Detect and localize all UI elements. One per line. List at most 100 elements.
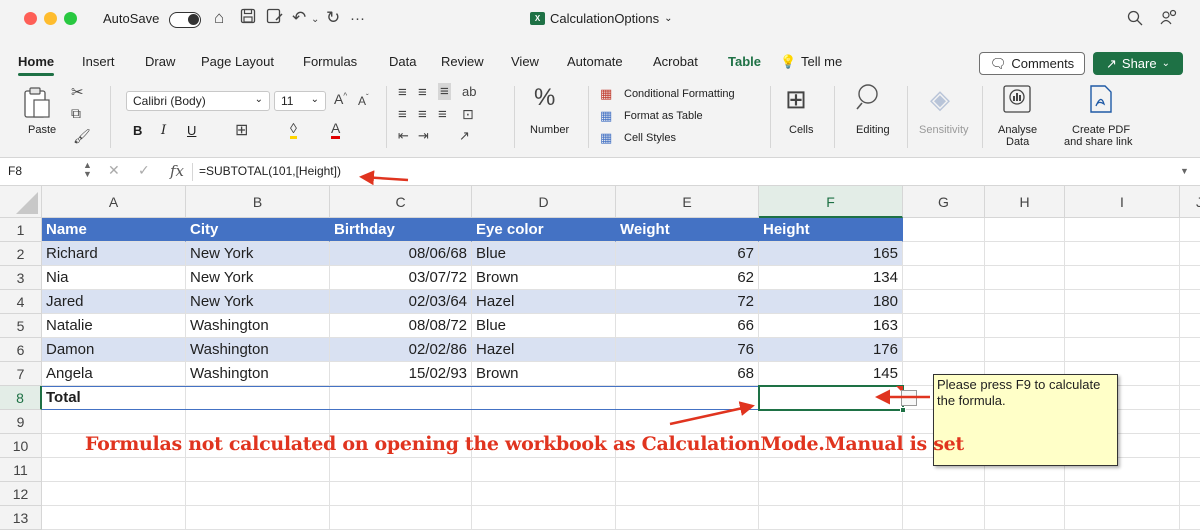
empty-cell[interactable] — [472, 410, 616, 434]
empty-cell[interactable] — [1065, 482, 1180, 506]
empty-cell[interactable] — [903, 338, 985, 362]
maximize-window-button[interactable] — [64, 12, 77, 25]
formula-input[interactable]: =SUBTOTAL(101,[Height]) — [199, 164, 341, 178]
paste-icon[interactable] — [22, 86, 52, 123]
empty-cell[interactable] — [42, 410, 186, 434]
table-cell[interactable]: New York — [186, 266, 330, 290]
table-cell[interactable]: 180 — [759, 290, 903, 314]
table-cell[interactable]: 08/08/72 — [330, 314, 472, 338]
empty-cell[interactable] — [1065, 218, 1180, 242]
document-title[interactable]: X CalculationOptions ⌄ — [530, 11, 673, 26]
empty-cell[interactable] — [186, 506, 330, 530]
table-cell[interactable]: Angela — [42, 362, 186, 386]
more-icon[interactable]: ··· — [350, 10, 365, 27]
table-cell[interactable]: Blue — [472, 242, 616, 266]
fill-color-icon[interactable]: ◊ — [290, 120, 297, 139]
empty-cell[interactable] — [472, 506, 616, 530]
empty-cell[interactable] — [1065, 338, 1180, 362]
empty-cell[interactable] — [1180, 410, 1200, 434]
empty-cell[interactable] — [985, 290, 1065, 314]
row-header-10[interactable]: 10 — [0, 434, 42, 458]
redo-icon[interactable]: ↻ — [326, 8, 340, 28]
empty-cell[interactable] — [186, 410, 330, 434]
row-header-8[interactable]: 8 — [0, 386, 42, 410]
save-as-icon[interactable] — [266, 8, 284, 29]
column-header-i[interactable]: I — [1065, 186, 1180, 218]
orientation-icon[interactable]: ↗ — [459, 128, 470, 144]
column-header-h[interactable]: H — [985, 186, 1065, 218]
table-cell[interactable]: 67 — [616, 242, 759, 266]
table-header-eye-color[interactable]: Eye color — [472, 218, 616, 242]
column-header-e[interactable]: E — [616, 186, 759, 218]
table-cell[interactable]: 08/06/68 — [330, 242, 472, 266]
align-bottom-icon[interactable]: ≡ — [438, 83, 451, 100]
empty-cell[interactable] — [903, 482, 985, 506]
worksheet-grid[interactable]: A B C D E F G H I J 1 2 3 4 5 6 7 8 9 10 11 12 13 Name City Birth… — [0, 186, 1200, 530]
format-painter-icon[interactable]: 🖌 — [73, 128, 91, 145]
table-header-city[interactable]: City — [186, 218, 330, 242]
table-cell[interactable]: Washington — [186, 314, 330, 338]
table-cell[interactable]: New York — [186, 242, 330, 266]
empty-cell[interactable] — [186, 458, 330, 482]
empty-cell[interactable] — [903, 290, 985, 314]
total-row-cell[interactable] — [186, 386, 330, 410]
decrease-font-icon[interactable]: Aˇ — [358, 93, 369, 108]
align-middle-icon[interactable]: ≡ — [418, 84, 427, 101]
table-header-birthday[interactable]: Birthday — [330, 218, 472, 242]
empty-cell[interactable] — [616, 506, 759, 530]
empty-cell[interactable] — [985, 266, 1065, 290]
total-row-cell[interactable] — [616, 386, 759, 410]
enter-check-icon[interactable]: ✓ — [138, 162, 150, 179]
bold-button[interactable]: B — [133, 123, 142, 138]
table-header-name[interactable]: Name — [42, 218, 186, 242]
table-cell[interactable]: New York — [186, 290, 330, 314]
column-header-b[interactable]: B — [186, 186, 330, 218]
row-header-3[interactable]: 3 — [0, 266, 42, 290]
total-row-cell[interactable] — [472, 386, 616, 410]
empty-cell[interactable] — [1180, 458, 1200, 482]
empty-cell[interactable] — [1180, 506, 1200, 530]
column-header-f[interactable]: F — [759, 186, 903, 218]
empty-cell[interactable] — [759, 458, 903, 482]
cancel-icon[interactable]: ✕ — [108, 162, 120, 179]
cell-styles-button[interactable]: Cell Styles — [624, 132, 676, 144]
table-cell[interactable]: 02/03/64 — [330, 290, 472, 314]
undo-icon[interactable]: ↶ — [292, 8, 306, 28]
increase-indent-icon[interactable]: ⇥ — [418, 128, 429, 144]
table-cell[interactable]: 66 — [616, 314, 759, 338]
empty-cell[interactable] — [1180, 362, 1200, 386]
row-header-12[interactable]: 12 — [0, 482, 42, 506]
format-as-table-button[interactable]: Format as Table — [624, 110, 703, 122]
empty-cell[interactable] — [903, 266, 985, 290]
row-header-7[interactable]: 7 — [0, 362, 42, 386]
table-cell[interactable]: Washington — [186, 338, 330, 362]
cut-icon[interactable]: ✂ — [71, 83, 84, 101]
tab-view[interactable]: View — [511, 54, 539, 69]
total-row-cell[interactable] — [330, 386, 472, 410]
increase-font-icon[interactable]: A^ — [334, 91, 347, 107]
tab-table[interactable]: Table — [728, 54, 761, 69]
font-name-select[interactable]: Calibri (Body) ⌄ — [126, 91, 270, 111]
table-cell[interactable]: 72 — [616, 290, 759, 314]
table-cell[interactable]: 68 — [616, 362, 759, 386]
selected-cell-f8[interactable] — [758, 385, 904, 411]
autosave-toggle[interactable] — [169, 12, 201, 28]
column-header-c[interactable]: C — [330, 186, 472, 218]
row-header-1[interactable]: 1 — [0, 218, 42, 242]
table-cell[interactable]: Brown — [472, 362, 616, 386]
empty-cell[interactable] — [759, 482, 903, 506]
table-cell[interactable]: 15/02/93 — [330, 362, 472, 386]
empty-cell[interactable] — [186, 482, 330, 506]
tab-acrobat[interactable]: Acrobat — [653, 54, 698, 69]
empty-cell[interactable] — [903, 242, 985, 266]
empty-cell[interactable] — [616, 458, 759, 482]
close-window-button[interactable] — [24, 12, 37, 25]
conditional-formatting-button[interactable]: Conditional Formatting — [624, 88, 735, 100]
table-header-weight[interactable]: Weight — [616, 218, 759, 242]
borders-icon[interactable]: ⊞ — [235, 120, 248, 140]
tab-insert[interactable]: Insert — [82, 54, 115, 69]
table-cell[interactable]: Hazel — [472, 338, 616, 362]
empty-cell[interactable] — [616, 410, 759, 434]
empty-cell[interactable] — [42, 458, 186, 482]
empty-cell[interactable] — [1065, 242, 1180, 266]
